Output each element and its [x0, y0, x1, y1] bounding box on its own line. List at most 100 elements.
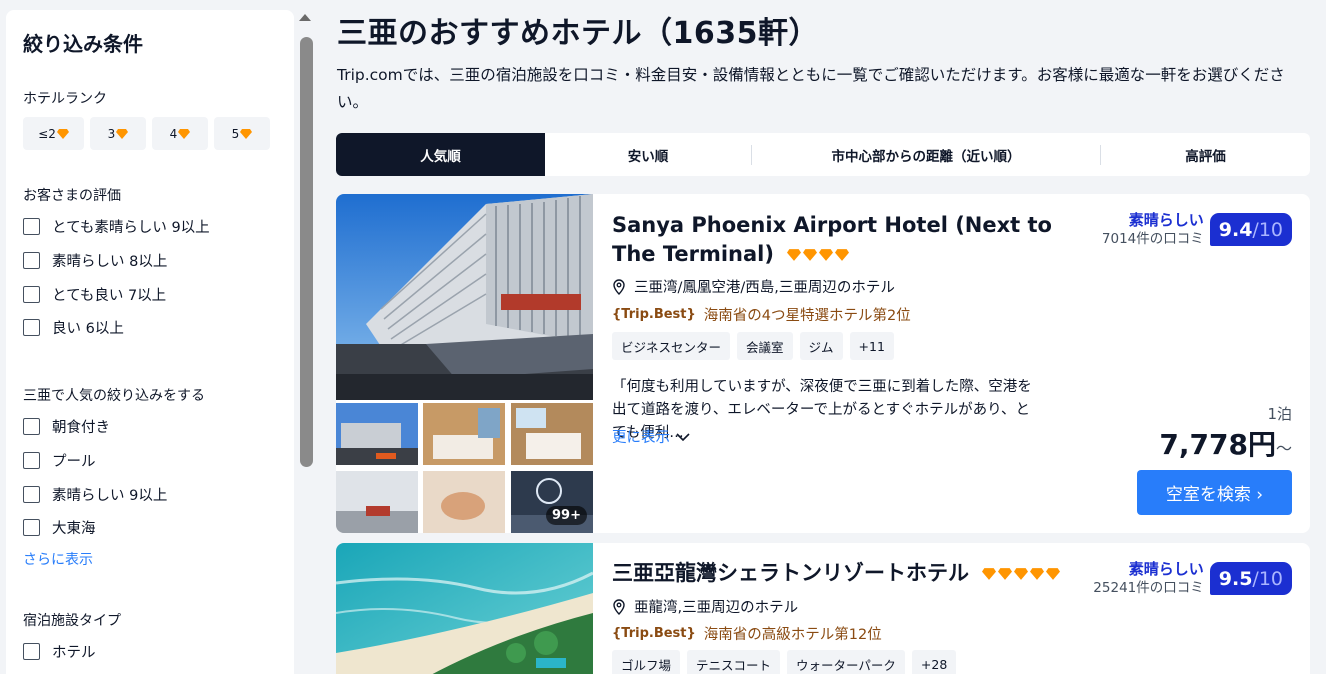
show-more-filters-link[interactable]: さらに表示: [23, 549, 93, 569]
diamond-icon: [835, 249, 850, 261]
rating-filter-8[interactable]: 素晴らしい 8以上: [23, 250, 167, 271]
diamond-icon: [116, 128, 129, 139]
hotel-rating[interactable]: 素晴らしい 25241件の口コミ 9.5/10: [1093, 560, 1292, 597]
filter-breakfast[interactable]: 朝食付き: [23, 416, 110, 437]
checkbox[interactable]: [23, 252, 40, 269]
terminal-exterior-image: [336, 403, 418, 465]
review-count[interactable]: 7014件の口コミ: [1102, 230, 1204, 248]
checkbox[interactable]: [23, 418, 40, 435]
hotel-rank-diamonds: [982, 568, 1061, 580]
checkbox[interactable]: [23, 519, 40, 536]
amenity-tag: ビジネスセンター: [612, 332, 731, 360]
amenity-tag: テニスコート: [687, 650, 781, 674]
hotel-name[interactable]: 三亜亞龍灣シェラトンリゾートホテル: [612, 559, 1061, 588]
amenity-tag: 会議室: [737, 332, 793, 360]
filter-hotel[interactable]: ホテル: [23, 641, 96, 662]
per-night-label: 1泊: [1267, 405, 1292, 423]
room-image: [423, 403, 505, 465]
sort-tab-rating[interactable]: 高評価: [1101, 133, 1310, 176]
hotel-price: 7,778円～: [1159, 428, 1292, 461]
hotel-thumbnail[interactable]: 99+: [511, 471, 593, 533]
diamond-icon: [803, 249, 818, 261]
filter-sidebar: 絞り込み条件 ホテルランク ≤2 3 4 5 お客さまの評価 とても素晴らしい …: [6, 10, 294, 674]
filter-pool[interactable]: プール: [23, 450, 96, 471]
sort-tab-popular[interactable]: 人気順: [336, 133, 545, 176]
amenity-tags: ビジネスセンター 会議室 ジム +11: [612, 332, 894, 360]
hotel-location: 亜龍湾,三亜周辺のホテル: [612, 596, 798, 617]
checkbox[interactable]: [23, 286, 40, 303]
hotel-rank-options: ≤2 3 4 5: [23, 117, 270, 150]
chevron-down-icon: [676, 432, 690, 441]
amenity-tag: ウォーターパーク: [787, 650, 905, 674]
diamond-icon: [1046, 568, 1061, 580]
rating-filter-6[interactable]: 良い 6以上: [23, 317, 124, 338]
trip-best-award[interactable]: {Trip.Best} 海南省の4つ星特選ホテル第2位: [612, 304, 911, 325]
guest-rating-label: お客さまの評価: [23, 188, 121, 204]
amenity-tag[interactable]: +28: [911, 650, 957, 674]
filter-title: 絞り込み条件: [23, 32, 143, 56]
rating-score-badge: 9.5/10: [1209, 562, 1292, 595]
hotel-main-photo[interactable]: [336, 194, 593, 400]
hotel-rating[interactable]: 素晴らしい 7014件の口コミ 9.4/10: [1102, 211, 1292, 248]
sidebar-scrollbar-thumb[interactable]: [300, 37, 313, 467]
rating-score-badge: 9.4/10: [1209, 213, 1292, 246]
location-pin-icon: [613, 598, 625, 615]
amenity-image: [423, 471, 505, 533]
page-title: 三亜のおすすめホテル（1635軒）: [337, 16, 819, 51]
rating-word: 素晴らしい: [1128, 211, 1204, 229]
hotel-rank-label: ホテルランク: [23, 91, 107, 107]
hotel-card[interactable]: 99+ Sanya Phoenix Airport Hotel (Next to…: [336, 194, 1310, 533]
popular-filters-label: 三亜で人気の絞り込みをする: [23, 388, 205, 404]
sort-tab-price-low[interactable]: 安い順: [545, 133, 751, 176]
hotel-thumbnail[interactable]: [336, 471, 418, 533]
trip-best-award[interactable]: {Trip.Best} 海南省の高級ホテル第12位: [612, 623, 882, 644]
hotel-thumbnail[interactable]: [423, 471, 505, 533]
amenity-tags: ゴルフ場 テニスコート ウォーターパーク +28: [612, 650, 957, 674]
check-availability-button[interactable]: 空室を検索 ›: [1137, 470, 1292, 515]
scroll-up-arrow[interactable]: [299, 14, 311, 21]
trip-best-badge: {Trip.Best}: [612, 626, 696, 641]
checkbox[interactable]: [23, 319, 40, 336]
hotel-card[interactable]: 三亜亞龍灣シェラトンリゾートホテル 亜龍湾,三亜周辺のホテル {Trip.Bes…: [336, 543, 1310, 674]
diamond-icon: [787, 249, 802, 261]
amenity-tag: ゴルフ場: [612, 650, 681, 674]
location-pin-icon: [613, 278, 625, 295]
lobby-image: [336, 471, 418, 533]
checkbox[interactable]: [23, 218, 40, 235]
diamond-icon: [1030, 568, 1045, 580]
resort-beach-image: [336, 543, 593, 674]
hotel-thumbnail[interactable]: [336, 403, 418, 465]
sort-bar: 人気順 安い順 市中心部からの距離（近い順） 高評価: [336, 133, 1310, 176]
diamond-icon: [240, 128, 253, 139]
rating-filter-7[interactable]: とても良い 7以上: [23, 284, 166, 305]
diamond-icon: [819, 249, 834, 261]
filter-dadonghai[interactable]: 大東海: [23, 517, 96, 538]
rating-filter-9[interactable]: とても素晴らしい 9以上: [23, 216, 210, 237]
photo-count-badge: 99+: [546, 506, 587, 525]
rank-option-2-or-less[interactable]: ≤2: [23, 117, 84, 150]
rank-option-3[interactable]: 3: [90, 117, 146, 150]
amenity-tag[interactable]: +11: [849, 332, 894, 360]
property-type-label: 宿泊施設タイプ: [23, 613, 121, 629]
amenity-tag: ジム: [799, 332, 843, 360]
show-more-review[interactable]: 更に表示: [612, 426, 690, 447]
hotel-main-photo[interactable]: [336, 543, 593, 674]
hotel-rank-diamonds: [787, 249, 850, 261]
checkbox[interactable]: [23, 486, 40, 503]
filter-excellent-9[interactable]: 素晴らしい 9以上: [23, 484, 167, 505]
checkbox[interactable]: [23, 643, 40, 660]
room-image: [511, 403, 593, 465]
diamond-icon: [998, 568, 1013, 580]
rating-word: 素晴らしい: [1128, 560, 1204, 578]
hotel-thumbnail[interactable]: [423, 403, 505, 465]
hotel-building-image: [336, 194, 593, 400]
trip-best-badge: {Trip.Best}: [612, 307, 696, 322]
rank-option-5[interactable]: 5: [214, 117, 270, 150]
review-count[interactable]: 25241件の口コミ: [1093, 579, 1203, 597]
hotel-thumbnail[interactable]: [511, 403, 593, 465]
hotel-name[interactable]: Sanya Phoenix Airport Hotel (Next to The…: [612, 211, 1062, 269]
diamond-icon: [178, 128, 191, 139]
checkbox[interactable]: [23, 452, 40, 469]
sort-tab-distance[interactable]: 市中心部からの距離（近い順）: [752, 133, 1100, 176]
rank-option-4[interactable]: 4: [152, 117, 208, 150]
